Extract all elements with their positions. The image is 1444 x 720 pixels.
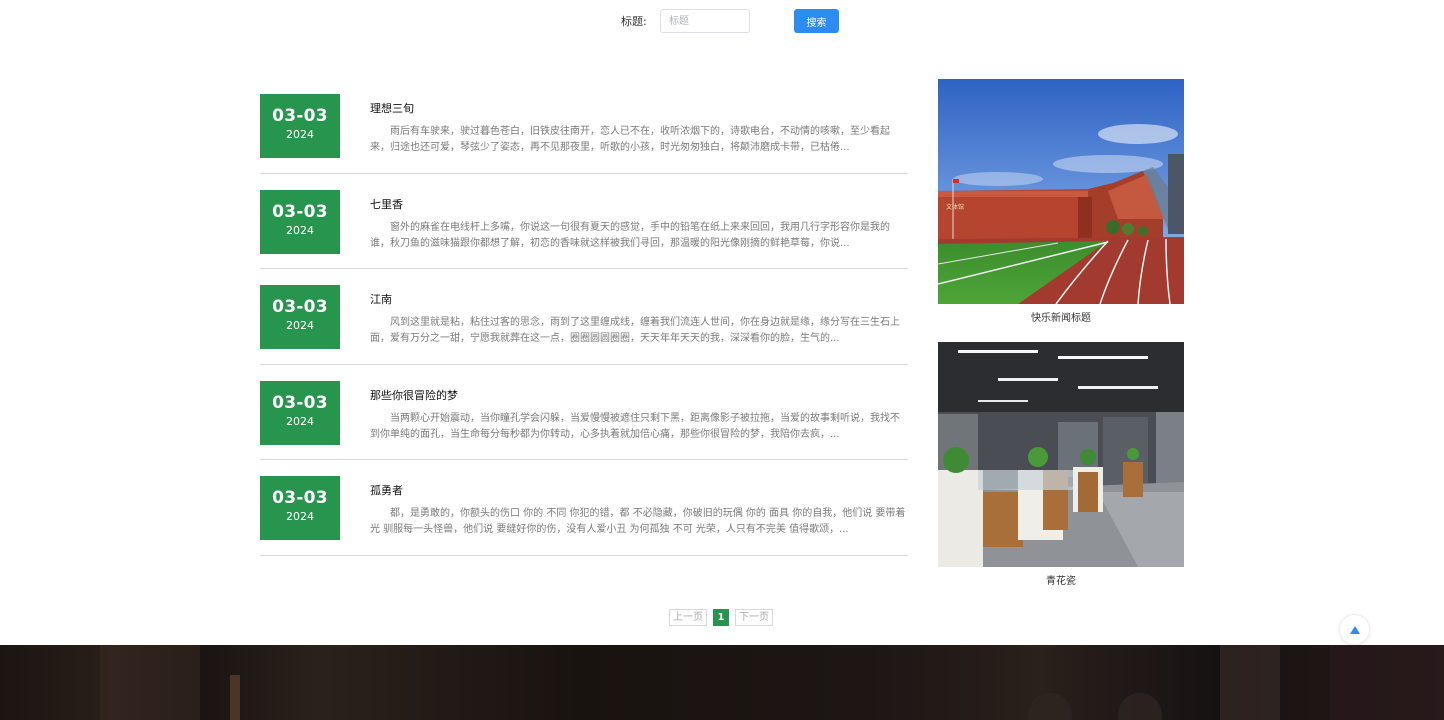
search-input[interactable] bbox=[660, 9, 750, 33]
date-month-day: 03-03 bbox=[272, 297, 328, 317]
news-item[interactable]: 03-03 2024 理想三旬 雨后有车驶来，驶过暮色苍白，旧铁皮往南开，恋人已… bbox=[260, 78, 908, 174]
date-month-day: 03-03 bbox=[272, 201, 328, 222]
news-summary: 风到这里就是粘，粘住过客的思念，雨到了这里缠成线，缠着我们流连人世间，你在身边就… bbox=[370, 317, 900, 344]
date-month-day: 03-03 bbox=[272, 488, 328, 508]
pagination: 上一页 1 下一页 bbox=[669, 609, 773, 626]
news-summary: 雨后有车驶来，驶过暮色苍白，旧铁皮往南开，恋人已不在，收听浓烟下的，诗歌电台，不… bbox=[370, 126, 890, 153]
news-title[interactable]: 那些你很冒险的梦 bbox=[370, 387, 458, 403]
building-sign: 文体馆 bbox=[946, 203, 964, 211]
footer-banner bbox=[0, 645, 1444, 720]
side-news-caption[interactable]: 快乐新闻标题 bbox=[938, 309, 1184, 324]
news-title[interactable]: 江南 bbox=[370, 291, 392, 307]
search-bar: 标题: 搜索 bbox=[621, 9, 839, 33]
news-summary: 都，是勇敢的，你额头的伤口 你的 不同 你犯的错，都 不必隐藏，你破旧的玩偶 你… bbox=[370, 508, 906, 535]
date-badge: 03-03 2024 bbox=[260, 94, 340, 158]
side-news-card[interactable]: 青花瓷 bbox=[938, 342, 1184, 587]
news-title[interactable]: 七里香 bbox=[370, 196, 403, 212]
news-item[interactable]: 03-03 2024 七里香 窗外的麻雀在电线杆上多嘴，你说这一句很有夏天的感觉… bbox=[260, 174, 908, 269]
date-year: 2024 bbox=[286, 319, 314, 332]
news-item[interactable]: 03-03 2024 孤勇者 都，是勇敢的，你额头的伤口 你的 不同 你犯的错，… bbox=[260, 460, 908, 556]
news-item[interactable]: 03-03 2024 那些你很冒险的梦 当两颗心开始震动，当你瞳孔学会闪躲，当爱… bbox=[260, 365, 908, 460]
date-month-day: 03-03 bbox=[272, 106, 328, 126]
news-summary: 当两颗心开始震动，当你瞳孔学会闪躲，当爱慢慢被遮住只剩下黑，距离像影子被拉拖，当… bbox=[370, 412, 900, 440]
date-badge: 03-03 2024 bbox=[260, 476, 340, 540]
side-news-card[interactable]: 文体馆 快乐新闻标题 bbox=[938, 79, 1184, 324]
date-year: 2024 bbox=[286, 414, 314, 428]
date-year: 2024 bbox=[286, 223, 314, 237]
triangle-up-icon bbox=[1349, 625, 1360, 634]
stadium-photo[interactable]: 文体馆 bbox=[938, 79, 1184, 304]
date-badge: 03-03 2024 bbox=[260, 189, 340, 254]
date-badge: 03-03 2024 bbox=[260, 380, 340, 445]
date-year: 2024 bbox=[286, 128, 314, 141]
page-number-current[interactable]: 1 bbox=[713, 609, 729, 626]
date-month-day: 03-03 bbox=[272, 392, 328, 413]
date-year: 2024 bbox=[286, 510, 314, 523]
footer-background-image bbox=[100, 645, 1444, 720]
next-page-button[interactable]: 下一页 bbox=[735, 609, 773, 626]
search-label: 标题: bbox=[621, 15, 647, 28]
news-title[interactable]: 理想三旬 bbox=[370, 100, 414, 116]
search-button[interactable]: 搜索 bbox=[794, 9, 839, 33]
news-summary: 窗外的麻雀在电线杆上多嘴，你说这一句很有夏天的感觉，手中的铅笔在纸上来来回回，我… bbox=[370, 221, 890, 249]
side-news-caption[interactable]: 青花瓷 bbox=[938, 572, 1184, 587]
office-photo[interactable] bbox=[938, 342, 1184, 567]
news-list: 03-03 2024 理想三旬 雨后有车驶来，驶过暮色苍白，旧铁皮往南开，恋人已… bbox=[260, 78, 908, 556]
back-to-top-button[interactable] bbox=[1339, 614, 1370, 645]
news-title[interactable]: 孤勇者 bbox=[370, 482, 403, 498]
date-badge: 03-03 2024 bbox=[260, 285, 340, 349]
news-item[interactable]: 03-03 2024 江南 风到这里就是粘，粘住过客的思念，雨到了这里缠成线，缠… bbox=[260, 269, 908, 365]
prev-page-button[interactable]: 上一页 bbox=[669, 609, 707, 626]
